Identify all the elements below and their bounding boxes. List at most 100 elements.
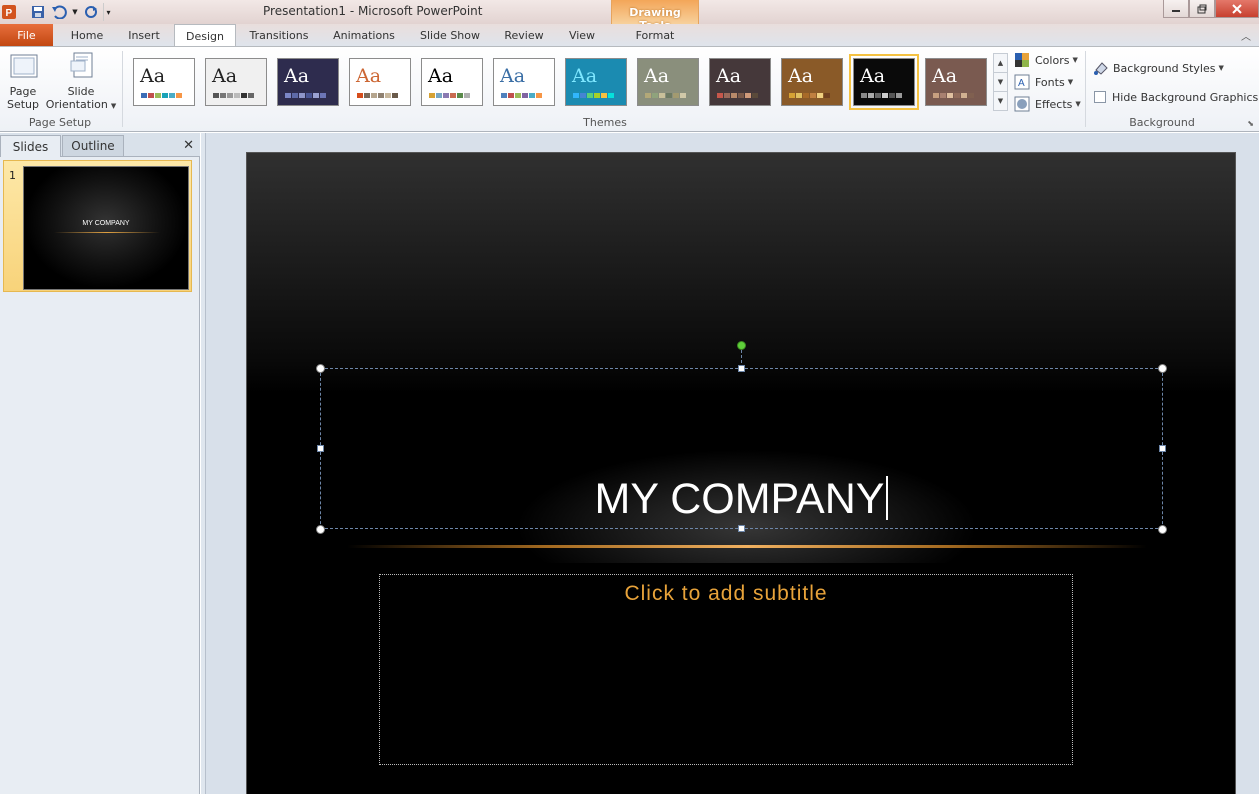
tab-animations[interactable]: Animations [325,24,403,46]
color-swatch [680,93,686,98]
slide-title[interactable]: MY COMPANY [321,475,1162,524]
color-swatch [378,93,384,98]
undo-dropdown-icon[interactable]: ▼ [71,3,79,21]
theme-sample-text: Aa [356,65,382,87]
theme-thumbnail[interactable]: Aa [421,58,483,106]
theme-thumbnail[interactable]: Aa [205,58,267,106]
theme-thumbnail[interactable]: Aa [849,54,919,110]
theme-color-swatches [717,93,758,98]
colors-button[interactable]: Colors ▼ [1014,51,1078,69]
color-swatch [882,93,888,98]
color-swatch [580,93,586,98]
tab-format[interactable]: Format [620,24,690,46]
color-swatch [738,93,744,98]
color-swatch [464,93,470,98]
customize-toolbar-icon[interactable]: ▾ [103,3,113,21]
theme-thumbnail[interactable]: Aa [493,58,555,106]
theme-thumbnail[interactable]: Aa [565,58,627,106]
theme-sample-text: Aa [932,65,958,87]
color-swatch [162,93,168,98]
tab-outline[interactable]: Outline [62,135,124,157]
tab-view[interactable]: View [558,24,606,46]
subtitle-placeholder[interactable]: Click to add subtitle [379,574,1073,765]
color-swatch [745,93,751,98]
tab-transitions[interactable]: Transitions [241,24,317,46]
tab-insert[interactable]: Insert [117,24,171,46]
theme-thumbnail[interactable]: Aa [781,58,843,106]
color-swatch [666,93,672,98]
hide-background-graphics-checkbox[interactable]: Hide Background Graphics [1094,88,1258,106]
undo-icon[interactable] [50,3,68,21]
background-styles-icon [1094,62,1108,75]
tab-review[interactable]: Review [496,24,552,46]
close-button[interactable] [1215,0,1259,18]
tab-slide-show[interactable]: Slide Show [411,24,489,46]
save-icon[interactable] [29,3,47,21]
theme-thumbnail[interactable]: Aa [349,58,411,106]
group-separator [122,51,123,127]
theme-thumbnail[interactable]: Aa [925,58,987,106]
minimize-button[interactable] [1163,0,1189,18]
rotation-handle[interactable] [737,341,746,350]
color-swatch [803,93,809,98]
theme-thumbnail[interactable]: Aa [133,58,195,106]
slide-title-text: MY COMPANY [594,475,885,523]
resize-handle-bottom-left[interactable] [316,525,325,534]
quick-access-toolbar: P ▼ ▾ [0,2,116,22]
color-swatch [933,93,939,98]
dialog-launcher-icon[interactable]: ⬊ [1247,119,1254,128]
gallery-up-icon[interactable]: ▲ [994,54,1007,73]
minimize-ribbon-icon[interactable]: ︿ [1241,28,1251,43]
theme-sample-text: Aa [788,65,814,87]
resize-handle-bottom-right[interactable] [1158,525,1167,534]
resize-handle-left[interactable] [317,445,324,452]
color-swatch [515,93,521,98]
group-separator [1085,51,1086,127]
slide-orientation-button[interactable]: Slide Orientation ▼ [46,51,116,113]
tab-slides[interactable]: Slides [0,135,61,157]
fonts-label: Fonts [1035,75,1065,89]
tab-home[interactable]: Home [60,24,114,46]
resize-handle-top[interactable] [738,365,745,372]
color-swatch [227,93,233,98]
powerpoint-logo-icon[interactable]: P [0,3,18,21]
resize-handle-top-right[interactable] [1158,364,1167,373]
restore-button[interactable] [1189,0,1215,18]
gallery-down-icon[interactable]: ▼ [994,73,1007,92]
background-styles-button[interactable]: Background Styles ▼ [1093,59,1224,77]
color-swatch [522,93,528,98]
page-setup-button[interactable]: Page Setup [4,51,42,111]
slide-number: 1 [9,169,16,182]
color-swatch [234,93,240,98]
color-swatch [443,93,449,98]
slide-thumbnail-item[interactable]: 1 MY COMPANY [3,160,192,292]
svg-text:A: A [1018,78,1025,89]
slide-thumbnail[interactable]: MY COMPANY [23,166,189,290]
background-group-label: Background [1129,116,1195,129]
resize-handle-right[interactable] [1159,445,1166,452]
redo-icon[interactable] [82,3,100,21]
slide-canvas[interactable]: MY COMPANY Click to add subtitle [246,152,1236,794]
tab-file[interactable]: File [0,24,53,46]
fonts-button[interactable]: A Fonts ▼ [1014,73,1073,91]
gold-accent-line [347,545,1147,548]
resize-handle-top-left[interactable] [316,364,325,373]
tab-design[interactable]: Design [174,24,236,47]
gallery-more-icon[interactable]: ▼ [994,92,1007,110]
title-placeholder[interactable]: MY COMPANY [320,368,1163,529]
theme-thumbnail[interactable]: Aa [709,58,771,106]
text-cursor [886,476,889,520]
color-swatch [810,93,816,98]
effects-button[interactable]: Effects ▼ [1014,95,1081,113]
close-pane-icon[interactable]: ✕ [183,138,194,153]
color-swatch [285,93,291,98]
subtitle-placeholder-text: Click to add subtitle [624,582,828,605]
color-swatch [148,93,154,98]
theme-thumbnail[interactable]: Aa [277,58,339,106]
resize-handle-bottom[interactable] [738,525,745,532]
color-swatch [673,93,679,98]
theme-thumbnail[interactable]: Aa [637,58,699,106]
color-swatch [508,93,514,98]
color-swatch [796,93,802,98]
color-swatch [176,93,182,98]
